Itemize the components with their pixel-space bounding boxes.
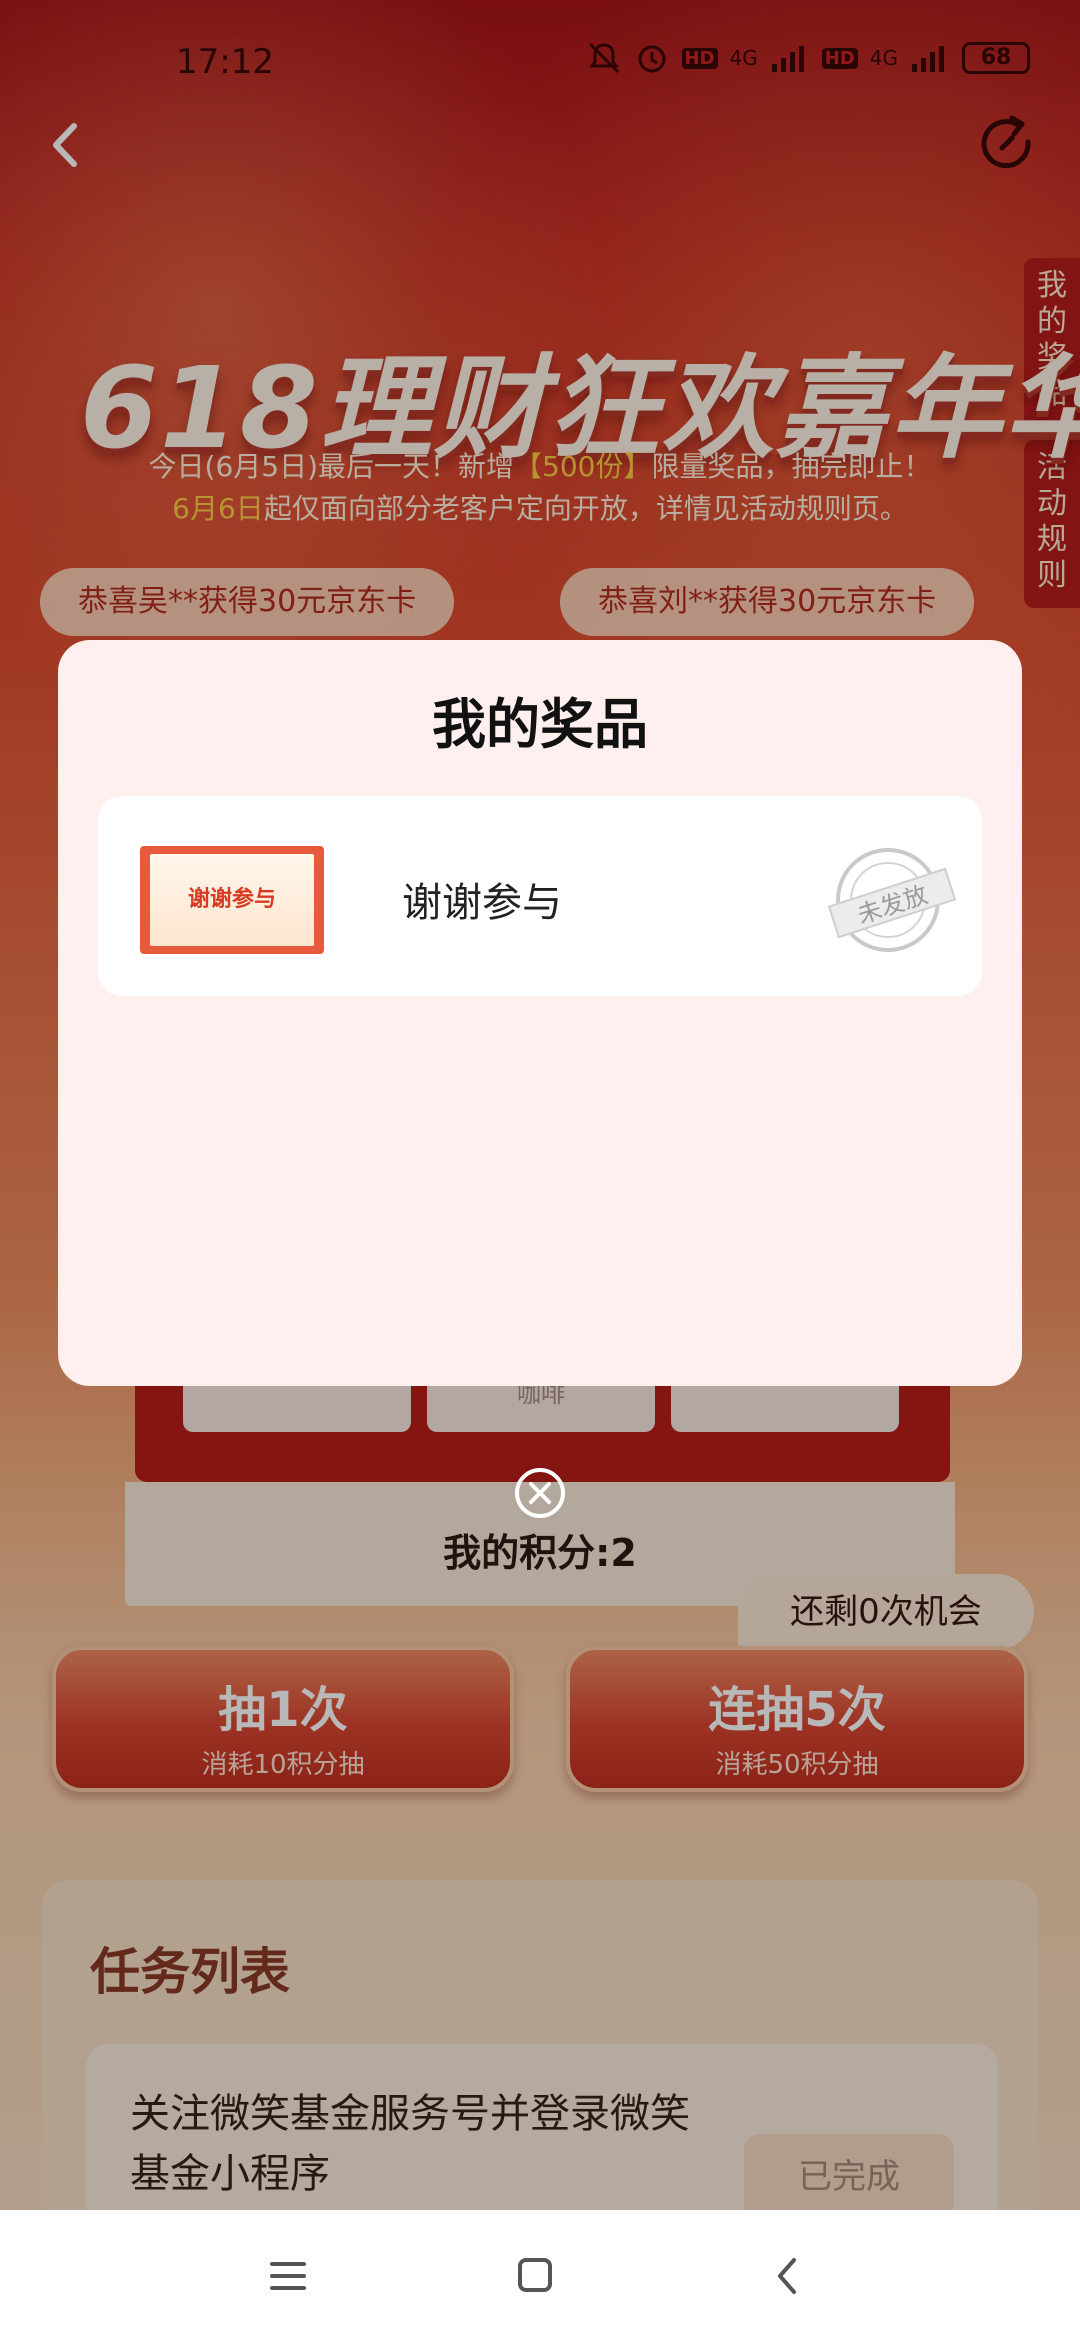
not-issued-stamp: 未发放	[827, 848, 957, 952]
home-square-icon	[518, 2258, 552, 2292]
my-prizes-modal: 我的奖品 谢谢参与 谢谢参与 未发放	[58, 640, 1022, 1386]
prize-thumbnail-text: 谢谢参与	[150, 854, 314, 946]
back-chevron-icon	[778, 2258, 796, 2294]
close-circle-icon	[515, 1468, 565, 1518]
prize-name: 谢谢参与	[402, 880, 562, 926]
modal-title: 我的奖品	[432, 693, 648, 756]
menu-icon	[270, 2262, 306, 2290]
system-navigation-bar	[0, 2210, 1080, 2340]
activity-page: 17:12 HD 4G HD 4G 68 我的奖品 活动规则 618理财狂欢嘉年…	[0, 0, 1080, 2210]
nav-back-button[interactable]	[758, 2248, 818, 2304]
prize-card: 谢谢参与 谢谢参与 未发放	[98, 796, 982, 996]
nav-home-button[interactable]	[506, 2248, 566, 2304]
prize-thumbnail: 谢谢参与	[140, 846, 324, 954]
close-modal-button[interactable]	[513, 1466, 567, 1520]
nav-menu-button[interactable]	[258, 2248, 318, 2304]
